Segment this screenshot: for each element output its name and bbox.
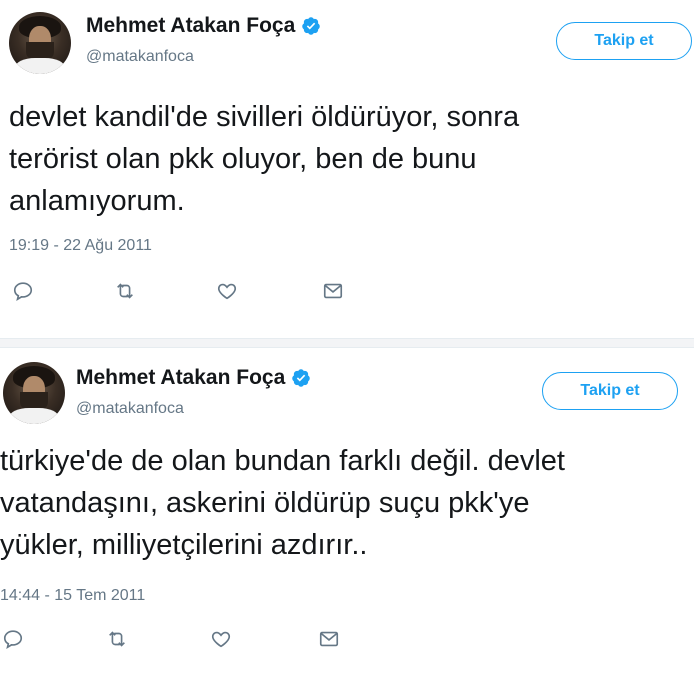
display-name[interactable]: Mehmet Atakan Foça: [76, 366, 285, 390]
follow-button[interactable]: Takip et: [542, 372, 678, 410]
tweet-separator: [0, 338, 694, 348]
tweet-actions: [2, 628, 340, 650]
reply-icon[interactable]: [12, 280, 34, 302]
like-icon[interactable]: [216, 280, 238, 302]
verified-badge-icon: [301, 16, 321, 36]
tweet-text-line: terörist olan pkk oluyor, ben de bunu: [9, 143, 477, 175]
tweet-card: Mehmet Atakan Foça @matakanfoca Takip et…: [0, 348, 694, 690]
timestamp[interactable]: 19:19 - 22 Ağu 2011: [9, 237, 152, 255]
direct-message-icon[interactable]: [318, 628, 340, 650]
reply-icon[interactable]: [2, 628, 24, 650]
like-icon[interactable]: [210, 628, 232, 650]
verified-badge-icon: [291, 368, 311, 388]
display-name[interactable]: Mehmet Atakan Foça: [86, 14, 295, 38]
handle[interactable]: @matakanfoca: [86, 48, 194, 66]
timestamp[interactable]: 14:44 - 15 Tem 2011: [0, 587, 145, 605]
handle[interactable]: @matakanfoca: [76, 400, 184, 418]
author-name-row: Mehmet Atakan Foça: [76, 366, 311, 390]
tweet-text-line: vatandaşını, askerini öldürüp suçu pkk'y…: [0, 487, 530, 519]
avatar[interactable]: [9, 12, 71, 74]
tweet-text-line: devlet kandil'de sivilleri öldürüyor, so…: [9, 101, 520, 133]
author-name-row: Mehmet Atakan Foça: [86, 14, 321, 38]
direct-message-icon[interactable]: [322, 280, 344, 302]
tweet-text-line: anlamıyorum.: [9, 185, 185, 217]
tweet-text-line: türkiye'de de olan bundan farklı değil. …: [0, 445, 565, 477]
tweet-text-line: yükler, milliyetçilerini azdırır..: [0, 529, 368, 561]
retweet-icon[interactable]: [114, 280, 136, 302]
retweet-icon[interactable]: [106, 628, 128, 650]
avatar[interactable]: [3, 362, 65, 424]
follow-button[interactable]: Takip et: [556, 22, 692, 60]
tweet-actions: [12, 280, 344, 302]
tweet-card: Mehmet Atakan Foça @matakanfoca Takip et…: [0, 0, 694, 338]
